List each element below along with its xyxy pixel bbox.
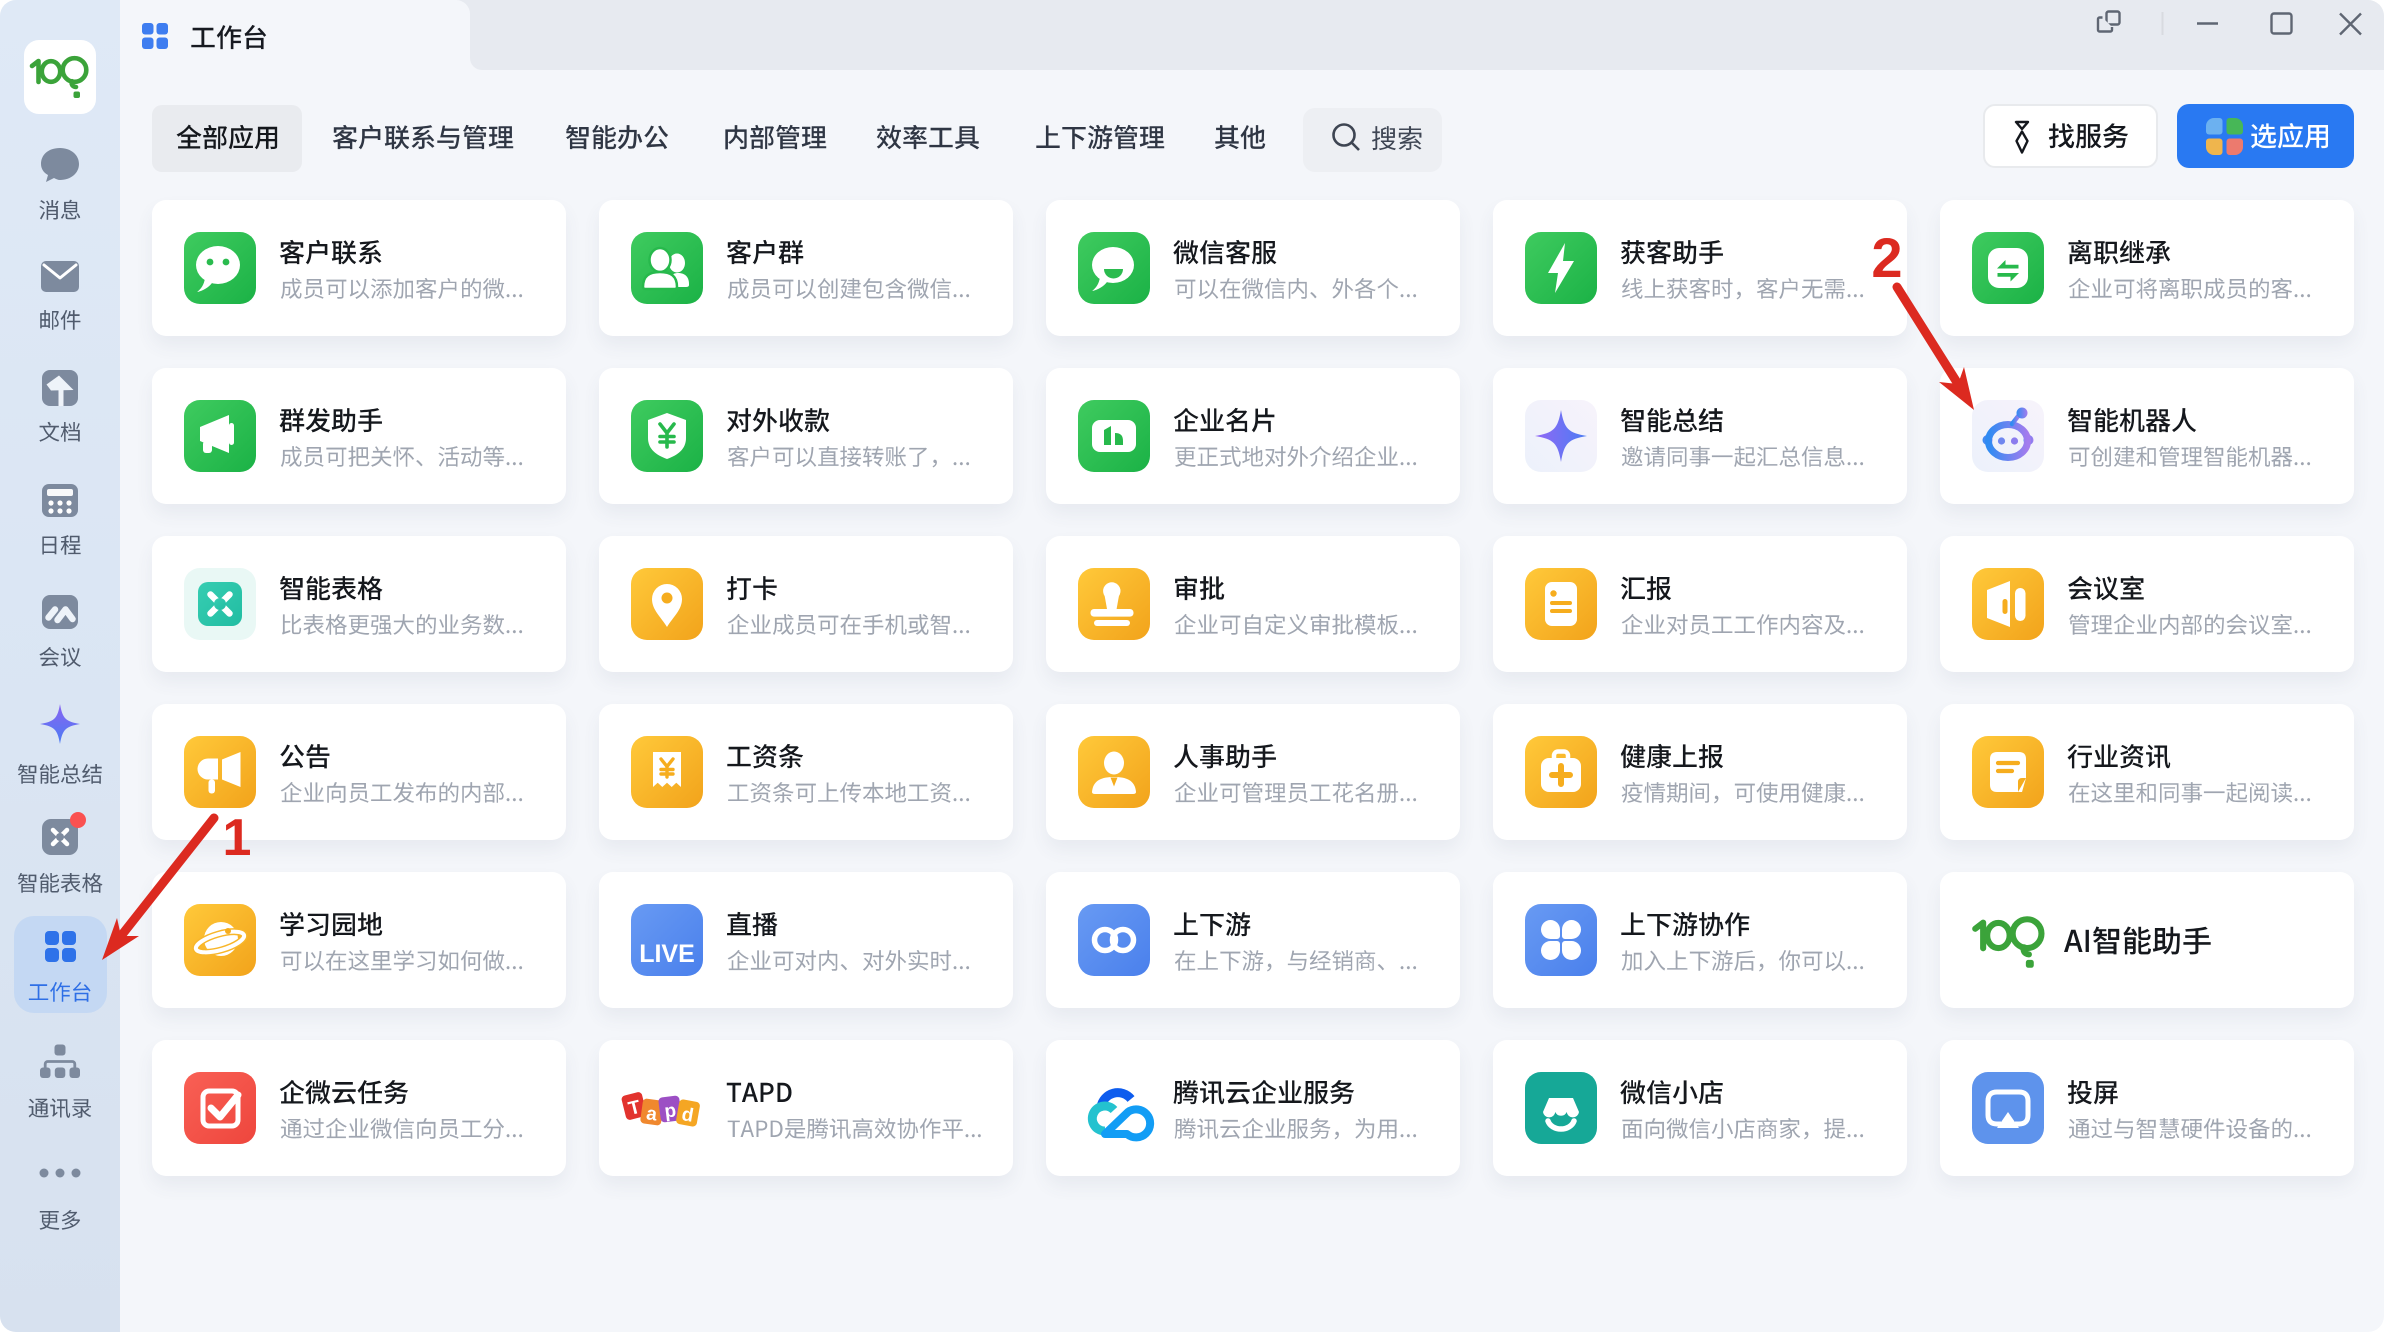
svg-text:2: 2	[1871, 226, 1902, 289]
svg-text:LIVE: LIVE	[639, 940, 695, 968]
svg-text:1: 1	[223, 809, 252, 867]
